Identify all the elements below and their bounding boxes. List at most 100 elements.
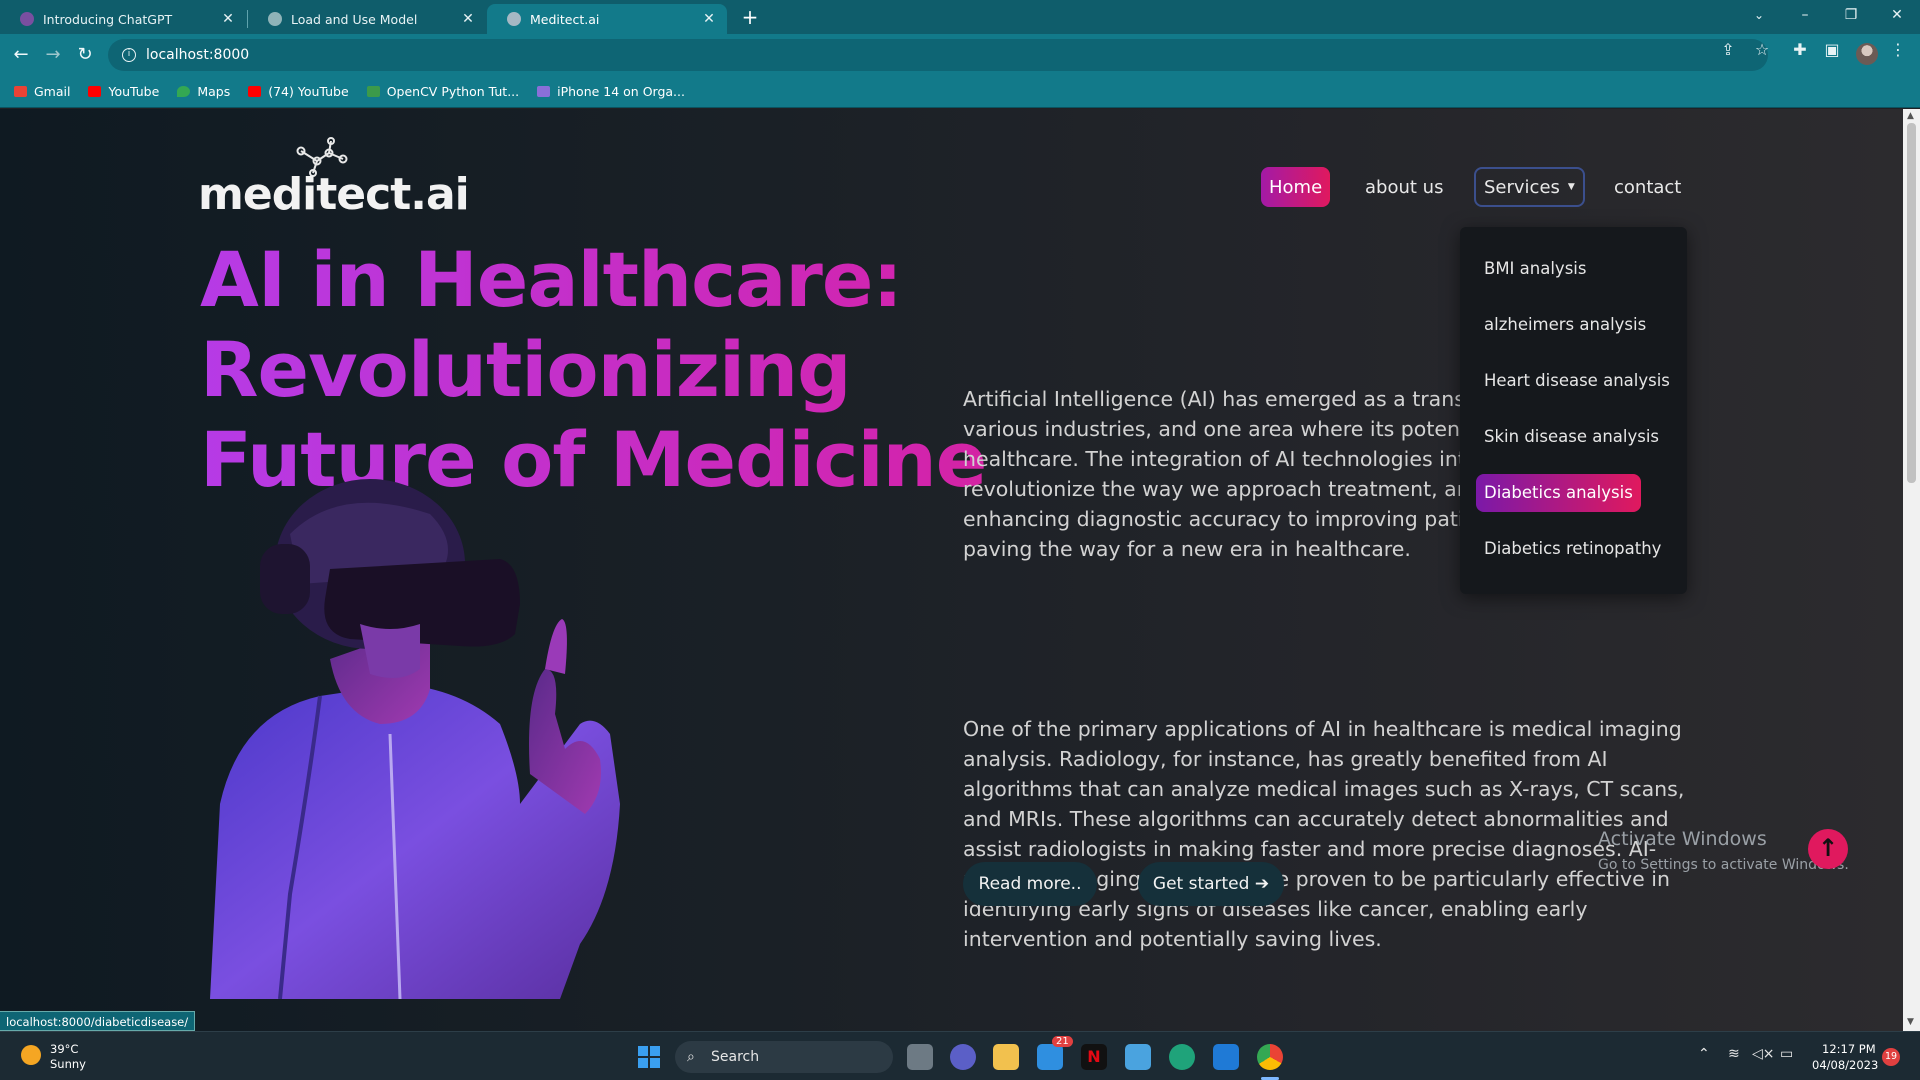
- restore-icon[interactable]: ❐: [1828, 0, 1874, 30]
- weather-condition: Sunny: [50, 1057, 86, 1071]
- profile-avatar[interactable]: [1856, 43, 1878, 65]
- netflix-icon[interactable]: N: [1081, 1044, 1107, 1070]
- notepad-icon[interactable]: [1125, 1044, 1151, 1070]
- read-more-button[interactable]: Read more..: [963, 862, 1097, 906]
- reload-icon[interactable]: ↻: [72, 42, 98, 68]
- bookmark-youtube[interactable]: YouTube: [88, 84, 159, 99]
- back-icon[interactable]: ←: [8, 42, 34, 68]
- url-text: localhost:8000: [146, 47, 250, 63]
- tab-load-model[interactable]: Load and Use Model ✕: [248, 4, 486, 34]
- wifi-icon[interactable]: ≋: [1728, 1046, 1740, 1062]
- bookmark-youtube-74[interactable]: (74) YouTube: [248, 84, 349, 99]
- nav-services-label: Services: [1484, 176, 1560, 198]
- search-label: Search: [711, 1049, 760, 1065]
- imaging-paragraph: One of the primary applications of AI in…: [963, 717, 1685, 951]
- youtube-icon: [88, 86, 102, 97]
- tab-meditect[interactable]: Meditect.ai ✕: [487, 4, 727, 34]
- edge-icon[interactable]: [1169, 1044, 1195, 1070]
- nav-about[interactable]: about us: [1357, 167, 1451, 207]
- menu-diabetics-analysis[interactable]: Diabetics analysis: [1476, 474, 1641, 512]
- clock-time[interactable]: 12:17 PM: [1822, 1042, 1876, 1056]
- vr-person-image: [210, 479, 620, 999]
- bookmark-star-icon[interactable]: ☆: [1752, 40, 1772, 59]
- minimize-icon[interactable]: –: [1782, 0, 1828, 30]
- caret-down-icon: ▼: [1567, 182, 1575, 192]
- bookmark-label: OpenCV Python Tut...: [386, 84, 520, 99]
- scroll-to-top-icon[interactable]: ↑: [1808, 829, 1848, 869]
- tab-search-chevron-icon[interactable]: ⌄: [1736, 0, 1782, 30]
- web-page: meditect.ai Home about us Services ▼ cont…: [0, 109, 1903, 1031]
- address-bar[interactable]: i localhost:8000: [108, 39, 1768, 71]
- volume-muted-icon[interactable]: ◁×: [1752, 1046, 1775, 1062]
- site-logo[interactable]: meditect.ai: [198, 137, 470, 220]
- mail-icon[interactable]: [1037, 1044, 1063, 1070]
- get-started-button[interactable]: Get started ➔: [1138, 862, 1284, 906]
- close-tab-icon[interactable]: ✕: [701, 11, 717, 27]
- bookmark-maps[interactable]: Maps: [177, 84, 230, 99]
- bookmark-iphone[interactable]: iPhone 14 on Orga...: [537, 84, 685, 99]
- menu-bmi-analysis[interactable]: BMI analysis: [1484, 250, 1586, 288]
- menu-skin-disease-analysis[interactable]: Skin disease analysis: [1484, 418, 1659, 456]
- nav-home[interactable]: Home: [1261, 167, 1331, 207]
- close-tab-icon[interactable]: ✕: [460, 11, 476, 27]
- bookmark-gmail[interactable]: Gmail: [14, 84, 70, 99]
- site-info-icon[interactable]: i: [122, 48, 136, 62]
- menu-alzheimers-analysis[interactable]: alzheimers analysis: [1484, 306, 1646, 344]
- new-tab-icon[interactable]: +: [738, 6, 762, 30]
- bookmark-label: iPhone 14 on Orga...: [557, 84, 685, 99]
- bookmark-label: YouTube: [108, 84, 160, 99]
- opencv-icon: [366, 86, 380, 97]
- arrow-right-icon: ➔: [1254, 874, 1270, 894]
- bookmark-label: (74) YouTube: [268, 84, 349, 99]
- bookmark-label: Gmail: [34, 84, 71, 99]
- page-icon: [537, 86, 551, 97]
- page-favicon-icon: [268, 12, 282, 26]
- scrollbar-thumb[interactable]: [1907, 123, 1916, 483]
- forward-icon[interactable]: →: [40, 42, 66, 68]
- battery-icon[interactable]: ▭: [1780, 1046, 1793, 1062]
- tab-chatgpt[interactable]: Introducing ChatGPT ✕: [0, 4, 246, 34]
- chrome-icon[interactable]: [1257, 1044, 1283, 1070]
- tab-title: Introducing ChatGPT: [43, 11, 173, 27]
- services-dropdown: BMI analysis alzheimers analysis Heart d…: [1460, 227, 1687, 594]
- extensions-icon[interactable]: ✚: [1790, 40, 1810, 59]
- page-scrollbar[interactable]: ▲ ▼: [1903, 109, 1920, 1031]
- scroll-up-icon[interactable]: ▲: [1907, 111, 1914, 121]
- scroll-down-icon[interactable]: ▼: [1907, 1017, 1914, 1027]
- close-tab-icon[interactable]: ✕: [220, 11, 236, 27]
- close-window-icon[interactable]: ✕: [1874, 0, 1920, 30]
- task-view-icon[interactable]: [907, 1044, 933, 1070]
- mail-badge: 21: [1052, 1036, 1073, 1047]
- teams-chat-icon[interactable]: [950, 1044, 976, 1070]
- tab-title: Load and Use Model: [291, 11, 418, 27]
- vscode-icon[interactable]: [1213, 1044, 1239, 1070]
- weather-temp: 39°C: [50, 1042, 79, 1056]
- tray-chevron-icon[interactable]: ⌃: [1698, 1046, 1710, 1062]
- maps-pin-icon: [177, 86, 191, 97]
- logo-text: meditect.ai: [198, 169, 470, 220]
- clock-date[interactable]: 04/08/2023: [1812, 1058, 1878, 1072]
- bookmark-label: Maps: [197, 84, 231, 99]
- sun-weather-icon[interactable]: [21, 1045, 41, 1065]
- search-icon: ⌕: [687, 1049, 695, 1065]
- menu-diabetics-retinopathy[interactable]: Diabetics retinopathy: [1484, 530, 1661, 568]
- bookmarks-bar: Gmail YouTube Maps (74) YouTube OpenCV P…: [0, 76, 1920, 108]
- nav-contact[interactable]: contact: [1606, 167, 1689, 207]
- gmail-icon: [14, 86, 27, 97]
- side-panel-icon[interactable]: ▣: [1822, 40, 1842, 59]
- menu-heart-disease-analysis[interactable]: Heart disease analysis: [1484, 362, 1670, 400]
- windows-taskbar: 39°C Sunny ⌕ Search 21 N ⌃ ≋ ◁× ▭ 12:17 …: [0, 1031, 1920, 1080]
- browser-tabstrip: Introducing ChatGPT ✕ Load and Use Model…: [0, 0, 1920, 34]
- globe-favicon-icon: [507, 12, 521, 26]
- notification-count-badge[interactable]: 19: [1882, 1048, 1900, 1066]
- windows-start-icon[interactable]: [638, 1046, 660, 1068]
- nav-services[interactable]: Services ▼: [1474, 167, 1585, 207]
- taskbar-search[interactable]: ⌕ Search: [675, 1041, 893, 1073]
- file-explorer-icon[interactable]: [993, 1044, 1019, 1070]
- share-icon[interactable]: ⇪: [1718, 40, 1738, 59]
- bookmark-opencv[interactable]: OpenCV Python Tut...: [366, 84, 520, 99]
- menu-kebab-icon[interactable]: ⋮: [1888, 40, 1908, 59]
- chatgpt-favicon-icon: [20, 12, 34, 26]
- youtube-icon: [248, 86, 262, 97]
- link-status-bubble: localhost:8000/diabeticdisease/: [0, 1011, 196, 1031]
